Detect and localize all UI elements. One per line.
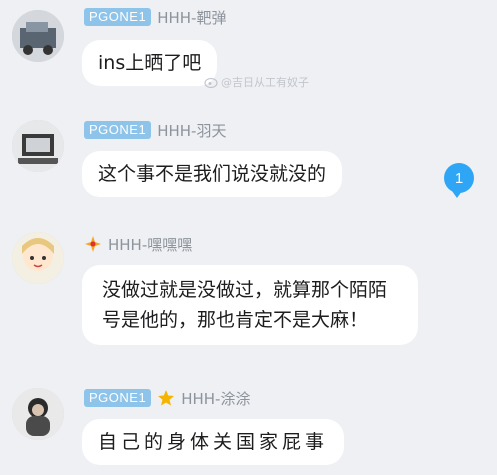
watermark: @吉日从工有奴子 xyxy=(204,74,309,90)
avatar-icon xyxy=(12,120,64,172)
user-badge: PGONE1 xyxy=(84,121,152,139)
avatar[interactable] xyxy=(12,232,64,284)
unread-badge[interactable]: 1 xyxy=(444,163,474,198)
message-bubble[interactable]: 没做过就是没做过，就算那个陌陌号是他的，那也肯定不是大麻！ xyxy=(82,265,418,345)
message-bubble[interactable]: ins上晒了吧 xyxy=(82,40,218,86)
star-icon xyxy=(158,390,175,406)
user-badge: PGONE1 xyxy=(84,389,152,407)
sender-name[interactable]: HHH-涂涂 xyxy=(181,388,250,409)
user-badge: PGONE1 xyxy=(84,8,152,26)
avatar[interactable] xyxy=(12,10,64,62)
sender-name[interactable]: HHH-靶弹 xyxy=(157,7,226,28)
sender-name[interactable]: HHH-嘿嘿嘿 xyxy=(108,234,192,255)
avatar-icon xyxy=(12,10,64,62)
message-bubble[interactable]: 自己的身体关国家屁事 xyxy=(82,419,345,465)
avatar[interactable] xyxy=(12,120,64,172)
sender-name[interactable]: HHH-羽天 xyxy=(157,120,226,141)
avatar[interactable] xyxy=(12,388,64,440)
diamond-star-icon xyxy=(85,236,101,252)
avatar-icon xyxy=(12,232,64,284)
weibo-icon xyxy=(204,77,218,88)
message-bubble[interactable]: 这个事不是我们说没就没的 xyxy=(82,151,343,197)
watermark-text: @吉日从工有奴子 xyxy=(221,76,309,89)
avatar-icon xyxy=(12,388,64,440)
